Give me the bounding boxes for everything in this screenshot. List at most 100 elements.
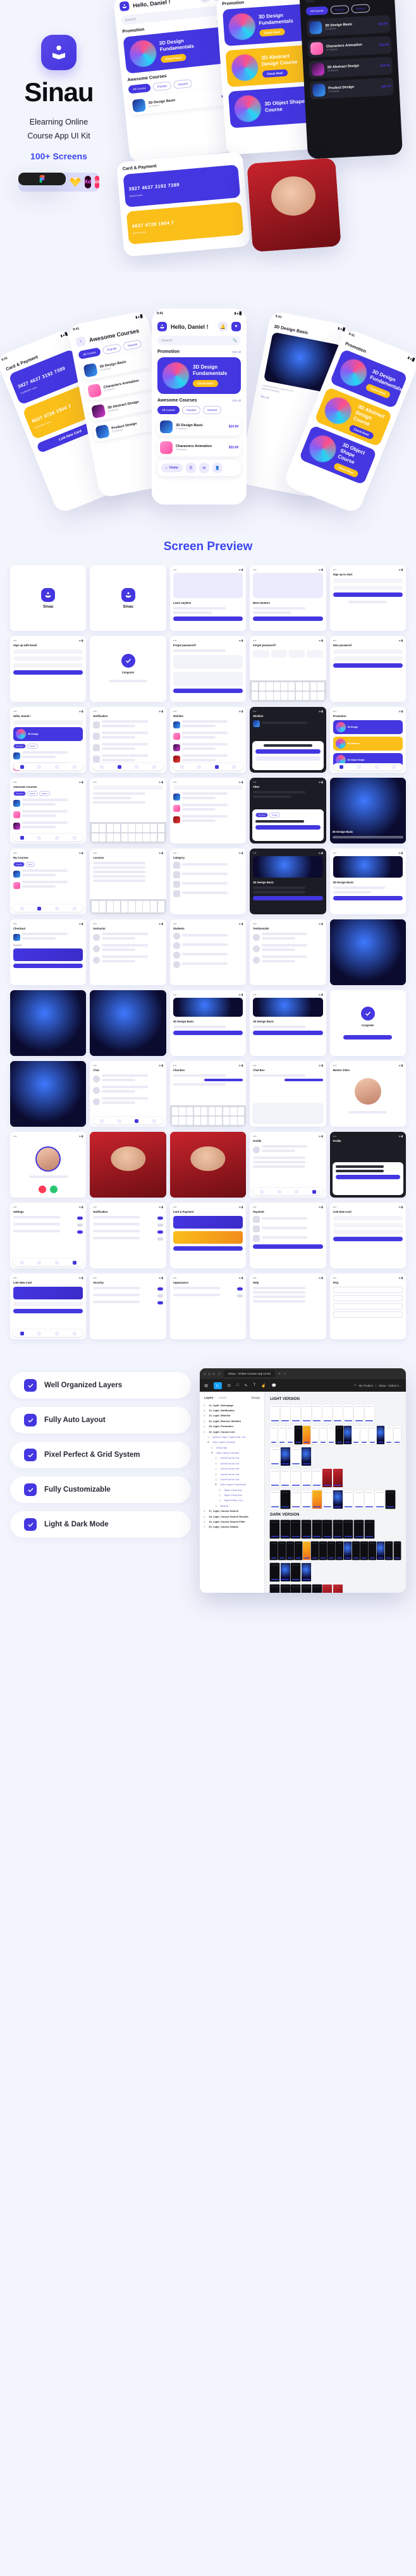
promo-card[interactable]: 3D Design Fundamentals Check Now! [157, 357, 241, 394]
frame-thumb[interactable] [270, 1404, 280, 1423]
nav-profile-icon[interactable] [72, 1331, 76, 1335]
frame-thumb[interactable] [302, 1585, 312, 1593]
settings-row[interactable] [93, 1223, 163, 1227]
security-toggle[interactable] [157, 1287, 163, 1291]
review-row[interactable] [253, 955, 322, 964]
screen-video-call[interactable]: 9:41 ▮▲█ Mentor Video [329, 1061, 406, 1127]
nav-list-icon[interactable] [37, 764, 42, 769]
payment-card-blue[interactable] [13, 1287, 83, 1299]
course-row[interactable]: Characters Animation 22 lessons $22.69 [157, 439, 241, 457]
email-field[interactable] [13, 656, 83, 661]
figma-layer-row[interactable]: #17_Light_Course Search [200, 1509, 264, 1514]
course-row[interactable] [13, 751, 83, 760]
search-input[interactable] [173, 785, 243, 790]
nav-home-icon[interactable] [20, 764, 24, 769]
course-row[interactable] [13, 881, 83, 890]
frame-thumb[interactable] [291, 1447, 301, 1466]
key[interactable] [186, 1107, 193, 1116]
filter-all-course[interactable]: All Course [78, 347, 101, 360]
faq-item[interactable] [333, 1295, 403, 1301]
filter-popular[interactable]: Popular [27, 791, 38, 796]
screen-call-active[interactable] [90, 1132, 166, 1198]
wishlist-row[interactable] [253, 720, 322, 727]
promo-cta-button[interactable]: Check Now! [259, 28, 285, 37]
key[interactable] [273, 682, 281, 691]
keyboard[interactable] [90, 899, 166, 914]
frame-thumb[interactable] [295, 1542, 302, 1560]
faq-row[interactable] [253, 1300, 305, 1303]
screen-course-congrats[interactable]: Congrats! [329, 990, 406, 1056]
menu-row[interactable] [253, 1156, 305, 1159]
new-tab-button[interactable]: + [284, 1372, 286, 1376]
key[interactable] [179, 1107, 186, 1116]
frame-thumb[interactable] [385, 1426, 393, 1444]
key[interactable] [99, 833, 106, 842]
screen-promotion-list[interactable]: 9:41 ▮▲█ Promotion 3D Design 3D Abstract … [329, 707, 406, 773]
frame-thumb[interactable] [343, 1520, 353, 1538]
see-all-link[interactable]: See all [232, 350, 241, 353]
name-field[interactable] [13, 649, 83, 654]
settings-toggle[interactable] [157, 1217, 163, 1220]
settings-toggle[interactable] [157, 1224, 163, 1227]
appearance-toggle[interactable] [237, 1294, 243, 1297]
figma-layer-row[interactable]: ◇ Card/Course List [200, 1461, 264, 1466]
faq-item[interactable] [333, 1311, 403, 1318]
filter-option[interactable] [253, 795, 291, 798]
screen-chat-list[interactable]: 9:41 ▮▲█ Chat [90, 1061, 166, 1127]
nav-chat-icon[interactable] [374, 764, 379, 769]
nav-profile-icon[interactable] [392, 764, 396, 769]
figma-layer-row[interactable]: ◇ Navbar [200, 1503, 264, 1508]
security-row[interactable] [93, 1294, 163, 1298]
key[interactable] [135, 833, 143, 842]
figma-layer-row[interactable]: ◇ system / light / status bar / de... [200, 1434, 264, 1439]
filter-all-course[interactable]: All Course [255, 813, 269, 818]
screen-sign-up[interactable]: 9:41 ▮▲█ Sign up to start [329, 565, 406, 631]
menu-row[interactable] [253, 1161, 305, 1163]
screen-search-filter[interactable]: 9:41 ▮▲█ Filter All Course Popular [250, 778, 326, 843]
screen-help-center[interactable]: 9:41 ▮▲█ Help [250, 1273, 326, 1339]
expiry-field[interactable] [333, 1230, 403, 1234]
frame-thumb[interactable] [280, 1447, 290, 1466]
dialog-cancel-button[interactable] [255, 756, 321, 761]
frame-thumb[interactable] [322, 1404, 333, 1423]
frame-thumb[interactable] [280, 1404, 290, 1423]
screen-profile-sheet-dark[interactable]: 9:41 ▮▲█ Profile [329, 1132, 406, 1198]
next-button[interactable] [173, 616, 243, 621]
nav-home-icon[interactable] [100, 764, 104, 769]
card-number-field[interactable] [333, 1216, 403, 1220]
frame-thumb[interactable] [364, 1490, 374, 1509]
frame-thumb[interactable] [354, 1490, 364, 1509]
result-row[interactable] [173, 792, 243, 801]
nav-list-icon[interactable] [37, 1331, 42, 1335]
accept-call-button[interactable] [50, 1186, 58, 1193]
frame-thumb[interactable] [343, 1490, 353, 1509]
frame-thumb[interactable] [364, 1404, 374, 1423]
tab-ongoing[interactable]: Ongoing [13, 862, 25, 867]
lesson-row[interactable] [93, 862, 146, 864]
settings-toggle[interactable] [157, 1237, 163, 1241]
key[interactable] [281, 682, 288, 691]
key[interactable] [114, 824, 121, 833]
key[interactable] [179, 1116, 186, 1125]
figma-layer-row[interactable]: ◇ Menu Bar [200, 1445, 264, 1450]
shape-tool-icon[interactable]: □ [236, 1383, 239, 1387]
instructor-row[interactable] [93, 955, 162, 964]
continue-button[interactable] [253, 896, 323, 900]
payment-card-yellow[interactable]: 4637 4728 1904 7 Daniel Austin [126, 202, 244, 245]
figma-layer-row[interactable]: ⌸ Auto Layout Horizontal [200, 1482, 264, 1487]
nav-home-icon[interactable] [180, 764, 184, 769]
key[interactable] [186, 1116, 193, 1125]
screen-notification-settings[interactable]: 9:41 ▮▲█ Notification [90, 1203, 166, 1268]
result-row[interactable] [173, 804, 243, 813]
settings-row[interactable] [93, 1237, 163, 1241]
screen-chat-thread[interactable]: 9:41 ▮▲█ Chat Box [169, 1061, 247, 1127]
screen-category[interactable]: 9:41 ▮▲█ Category [169, 849, 247, 914]
faq-row[interactable] [253, 1296, 305, 1298]
wishlist-row[interactable] [173, 754, 243, 763]
category-row[interactable] [173, 871, 243, 878]
nav-profile-icon[interactable] [232, 764, 236, 769]
sheet-row[interactable] [335, 1165, 384, 1168]
nav-home-icon[interactable] [20, 835, 24, 840]
nav-home-icon[interactable] [340, 764, 344, 769]
key[interactable] [281, 691, 288, 700]
